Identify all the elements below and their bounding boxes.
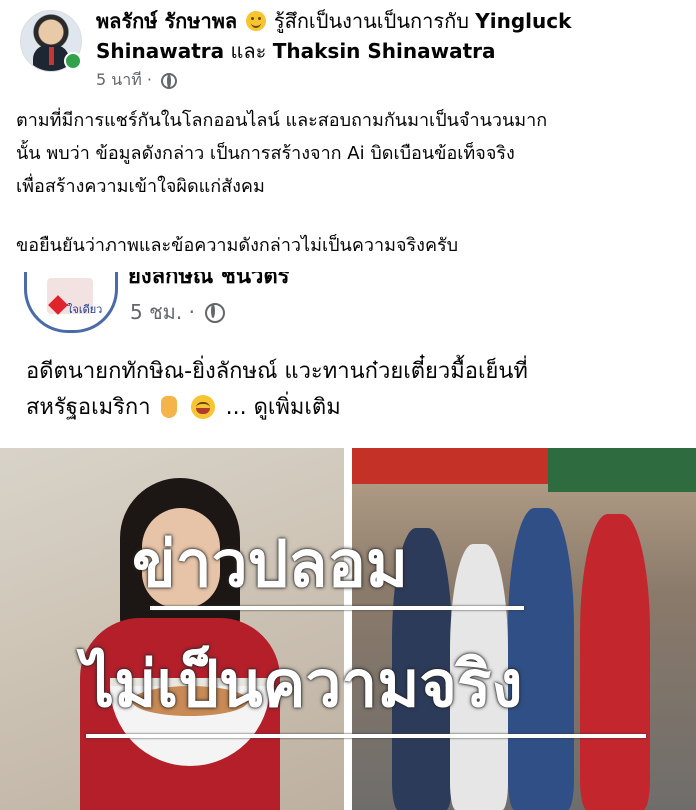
ellipsis: ... <box>225 395 247 420</box>
avatar-label: ใจเดียว <box>67 303 103 316</box>
post-meta: 5 นาที · <box>96 68 178 93</box>
post-header: พลรักษ์ รักษาพล รู้สึกเป็นงานเป็นการกับ … <box>96 6 686 66</box>
grinning-face-icon <box>190 395 215 419</box>
post-line: นั้น พบว่า ข้อมูลดังกล่าว เป็นการสร้างจา… <box>16 143 515 164</box>
online-status-icon <box>64 52 82 70</box>
author-name[interactable]: พลรักษ์ รักษาพล <box>96 9 237 33</box>
meta-separator: · <box>146 70 152 89</box>
post-line-text: สหรัฐอเมริกา <box>26 395 151 420</box>
tagged-user-2[interactable]: Thaksin Shinawatra <box>273 39 496 63</box>
green-awning <box>548 448 696 492</box>
globe-icon[interactable] <box>205 303 226 323</box>
see-more-link[interactable]: ดูเพิ่มเติม <box>254 395 341 420</box>
post-line-2: สหรัฐอเมริกา ... ดูเพิ่มเติม <box>26 390 686 426</box>
post-line: อดีตนายกทักษิณ-ยิ่งลักษณ์ แวะทานก๋วยเตี๋… <box>26 359 528 384</box>
post-body: อดีตนายกทักษิณ-ยิ่งลักษณ์ แวะทานก๋วยเตี๋… <box>26 354 686 426</box>
post-line: ขอยืนยันว่าภาพและข้อความดังกล่าวไม่เป็นค… <box>16 235 459 256</box>
person-3 <box>508 508 574 810</box>
post-time[interactable]: 5 ชม. <box>130 300 182 324</box>
post-line: เพื่อสร้างความเข้าใจผิดแก่สังคม <box>16 176 265 197</box>
post-image[interactable]: ข่าวปลอม ไม่เป็นความจริง <box>0 448 696 810</box>
crossed-fingers-icon <box>160 396 177 418</box>
left-photo <box>0 448 344 810</box>
post-line: ตามที่มีการแชร์กันในโลกออนไลน์ และสอบถาม… <box>16 110 548 131</box>
restaurant-sign <box>352 448 552 484</box>
fact-check-post: พลรักษ์ รักษาพล รู้สึกเป็นงานเป็นการกับ … <box>0 0 696 272</box>
meta-separator: · <box>188 300 195 324</box>
post-meta: 5 ชม. · <box>130 296 226 328</box>
person-1 <box>392 528 452 810</box>
person-2 <box>450 544 508 810</box>
smiling-face-icon <box>245 11 266 31</box>
woman-eating-noodles <box>80 478 280 810</box>
page-name[interactable]: ยิ่งลักษณ์ ชินวัตร <box>128 272 289 286</box>
post-time[interactable]: 5 นาที <box>96 70 142 89</box>
person-4 <box>580 514 650 810</box>
screenshot-fake-post: ใจเดียว ยิ่งลักษณ์ ชินวัตร 5 ชม. · อดีตน… <box>0 272 696 810</box>
avatar-tie <box>49 47 54 65</box>
conjunction-text: และ <box>230 39 267 63</box>
page-avatar[interactable]: ใจเดียว <box>24 272 118 333</box>
feeling-text: รู้สึกเป็นงานเป็นการกับ <box>273 9 469 33</box>
post-body: ตามที่มีการแชร์กันในโลกออนไลน์ และสอบถาม… <box>16 104 686 262</box>
right-photo <box>352 448 696 810</box>
globe-icon[interactable] <box>161 73 178 89</box>
